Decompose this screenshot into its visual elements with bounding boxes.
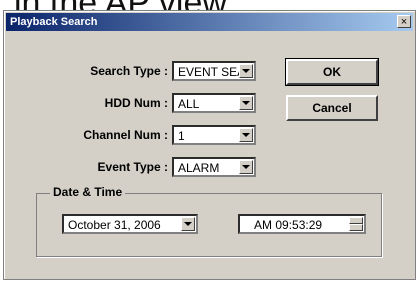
hdd-num-select[interactable]: ALL — [172, 93, 256, 113]
search-type-value: EVENT SEA — [178, 65, 246, 79]
date-value: October 31, 2006 — [68, 218, 161, 232]
event-type-select[interactable]: ALARM — [172, 157, 256, 177]
chevron-down-icon[interactable] — [239, 64, 253, 78]
spin-down-icon[interactable] — [349, 224, 363, 231]
title-bar: Playback Search × — [6, 13, 413, 31]
event-type-label: Event Type : — [97, 160, 168, 174]
chevron-down-icon[interactable] — [239, 96, 253, 110]
cancel-button[interactable]: Cancel — [286, 95, 378, 121]
search-type-label: Search Type : — [90, 64, 168, 78]
channel-num-label: Channel Num : — [83, 128, 168, 142]
time-picker[interactable]: AM 09:53:29 — [238, 214, 366, 234]
date-time-group-label: Date & Time — [50, 185, 126, 199]
search-type-select[interactable]: EVENT SEA — [172, 61, 256, 81]
channel-num-select[interactable]: 1 — [172, 125, 256, 145]
playback-search-dialog: Playback Search × Search Type : EVENT SE… — [3, 10, 416, 280]
channel-num-value: 1 — [178, 129, 185, 143]
close-button[interactable]: × — [397, 15, 411, 28]
event-type-value: ALARM — [178, 161, 220, 175]
time-spinner[interactable] — [349, 217, 363, 231]
hdd-num-value: ALL — [178, 97, 200, 111]
window-title: Playback Search — [10, 16, 98, 28]
spin-up-icon[interactable] — [349, 217, 363, 224]
time-value: AM 09:53:29 — [254, 218, 323, 232]
chevron-down-icon[interactable] — [181, 217, 195, 231]
ok-button[interactable]: OK — [285, 58, 379, 86]
date-picker[interactable]: October 31, 2006 — [62, 214, 198, 234]
chevron-down-icon[interactable] — [239, 128, 253, 142]
chevron-down-icon[interactable] — [239, 160, 253, 174]
hdd-num-label: HDD Num : — [104, 96, 168, 110]
